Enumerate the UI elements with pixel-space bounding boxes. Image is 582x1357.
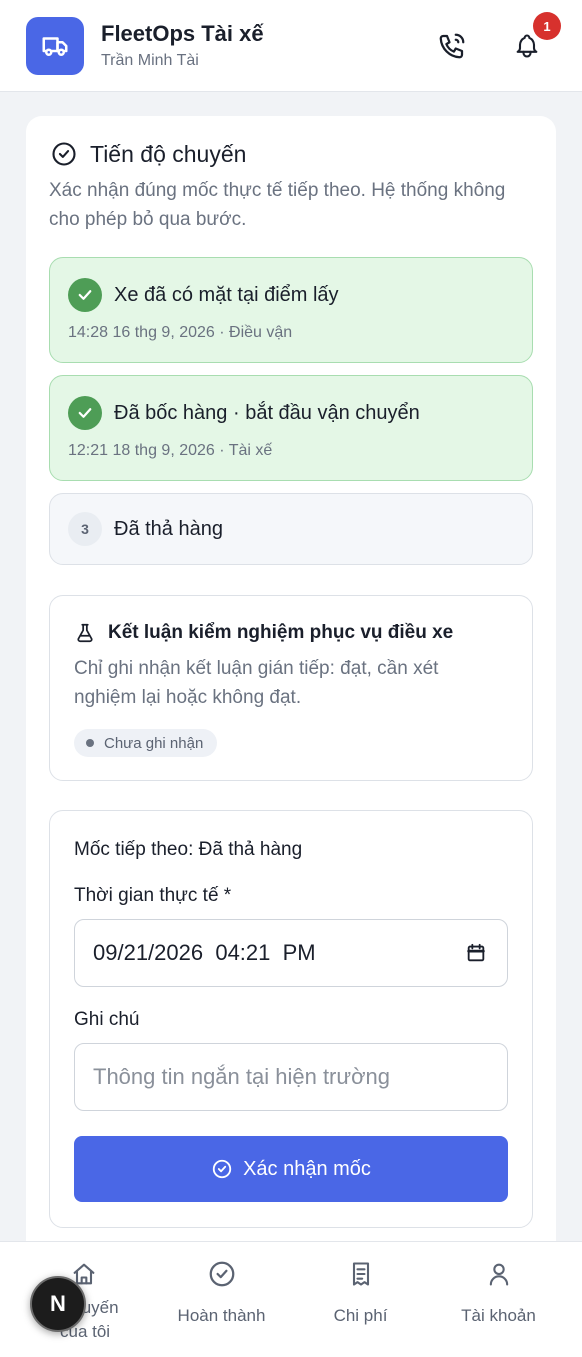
step-1: Xe đã có mặt tại điểm lấy 14:28 16 thg 9…: [49, 257, 533, 363]
check-icon: [68, 278, 102, 312]
nav-expenses[interactable]: Chi phí: [288, 1242, 433, 1357]
nav-label: Tài khoản: [461, 1306, 536, 1325]
nav-label: Chi phí: [333, 1306, 388, 1325]
step-label: Đã thả hàng: [114, 517, 223, 540]
nav-completed[interactable]: Hoàn thành: [149, 1242, 294, 1357]
milestone-form: Mốc tiếp theo: Đã thả hàng Thời gian thự…: [49, 810, 533, 1228]
lab-title: Kết luận kiểm nghiệm phục vụ điều xe: [74, 622, 453, 644]
confirm-milestone-label: Xác nhận mốc: [243, 1157, 371, 1180]
lab-status-text: Chưa ghi nhận: [104, 734, 204, 752]
dev-tools-button[interactable]: N: [30, 1276, 86, 1332]
call-button[interactable]: [432, 26, 472, 66]
step-label: Đã bốc hàng · bắt đầu vận chuyển: [114, 401, 420, 424]
step-meta: 14:28 16 thg 9, 2026 · Điều vận: [68, 324, 293, 341]
dev-tools-letter: N: [50, 1291, 66, 1316]
nav-label: Hoàn thành: [177, 1306, 266, 1325]
bottom-navigation: Chuyến của tôi Hoàn thành Chi phí Tài kh…: [0, 1241, 582, 1357]
actual-time-input[interactable]: 09/21/2026 04:21 PM: [74, 919, 508, 987]
phone-icon: [439, 33, 465, 59]
lab-status-badge: Chưa ghi nhận: [74, 729, 218, 757]
progress-title-text: Tiến độ chuyến: [90, 140, 247, 167]
user-icon: [483, 1258, 515, 1290]
next-milestone-label: Mốc tiếp theo: Đã thả hàng: [74, 839, 303, 860]
time-label: Thời gian thực tế *: [74, 885, 232, 906]
step-meta: 12:21 18 thg 9, 2026 · Tài xế: [68, 442, 273, 459]
step-number: 3: [68, 512, 102, 546]
trip-progress-card: Tiến độ chuyến Xác nhận đúng mốc thực tế…: [26, 116, 556, 1296]
brand-block: FleetOps Tài xế Trần Minh Tài: [101, 20, 558, 72]
note-placeholder: Thông tin ngắn tại hiện trường: [93, 1064, 391, 1089]
note-label: Ghi chú: [74, 1009, 140, 1030]
flask-icon: [74, 622, 96, 644]
note-input[interactable]: Thông tin ngắn tại hiện trường: [74, 1043, 508, 1111]
step-label: Xe đã có mặt tại điểm lấy: [114, 283, 339, 306]
step-3: 3 Đã thả hàng: [49, 493, 533, 565]
lab-title-text: Kết luận kiểm nghiệm phục vụ điều xe: [108, 622, 454, 643]
check-circle-icon: [206, 1258, 238, 1290]
actual-time-value: 09/21/2026 04:21 PM: [93, 940, 316, 965]
calendar-icon[interactable]: [465, 942, 487, 964]
truck-logo-icon: [26, 16, 84, 75]
nav-account[interactable]: Tài khoản: [426, 1242, 571, 1357]
status-dot-icon: [86, 739, 94, 747]
receipt-icon: [345, 1258, 377, 1290]
notification-badge: 1: [533, 12, 561, 40]
driver-name: Trần Minh Tài: [101, 51, 199, 69]
app-header: FleetOps Tài xế Trần Minh Tài: [0, 0, 582, 92]
lab-description: Chỉ ghi nhận kết luận gián tiếp: đạt, cầ…: [74, 658, 439, 708]
check-icon: [68, 396, 102, 430]
confirm-milestone-button[interactable]: Xác nhận mốc: [74, 1136, 508, 1202]
app-title: FleetOps Tài xế: [101, 20, 264, 46]
app-screen: FleetOps Tài xế Trần Minh Tài 1 Tiến độ …: [0, 0, 582, 1357]
progress-title: Tiến độ chuyến: [50, 140, 246, 168]
circle-check-icon: [50, 140, 78, 168]
lab-result-box: Kết luận kiểm nghiệm phục vụ điều xe Chỉ…: [49, 595, 533, 781]
progress-description: Xác nhận đúng mốc thực tế tiếp theo. Hệ …: [49, 180, 506, 230]
step-2: Đã bốc hàng · bắt đầu vận chuyển 12:21 1…: [49, 375, 533, 481]
circle-check-icon: [211, 1158, 233, 1180]
